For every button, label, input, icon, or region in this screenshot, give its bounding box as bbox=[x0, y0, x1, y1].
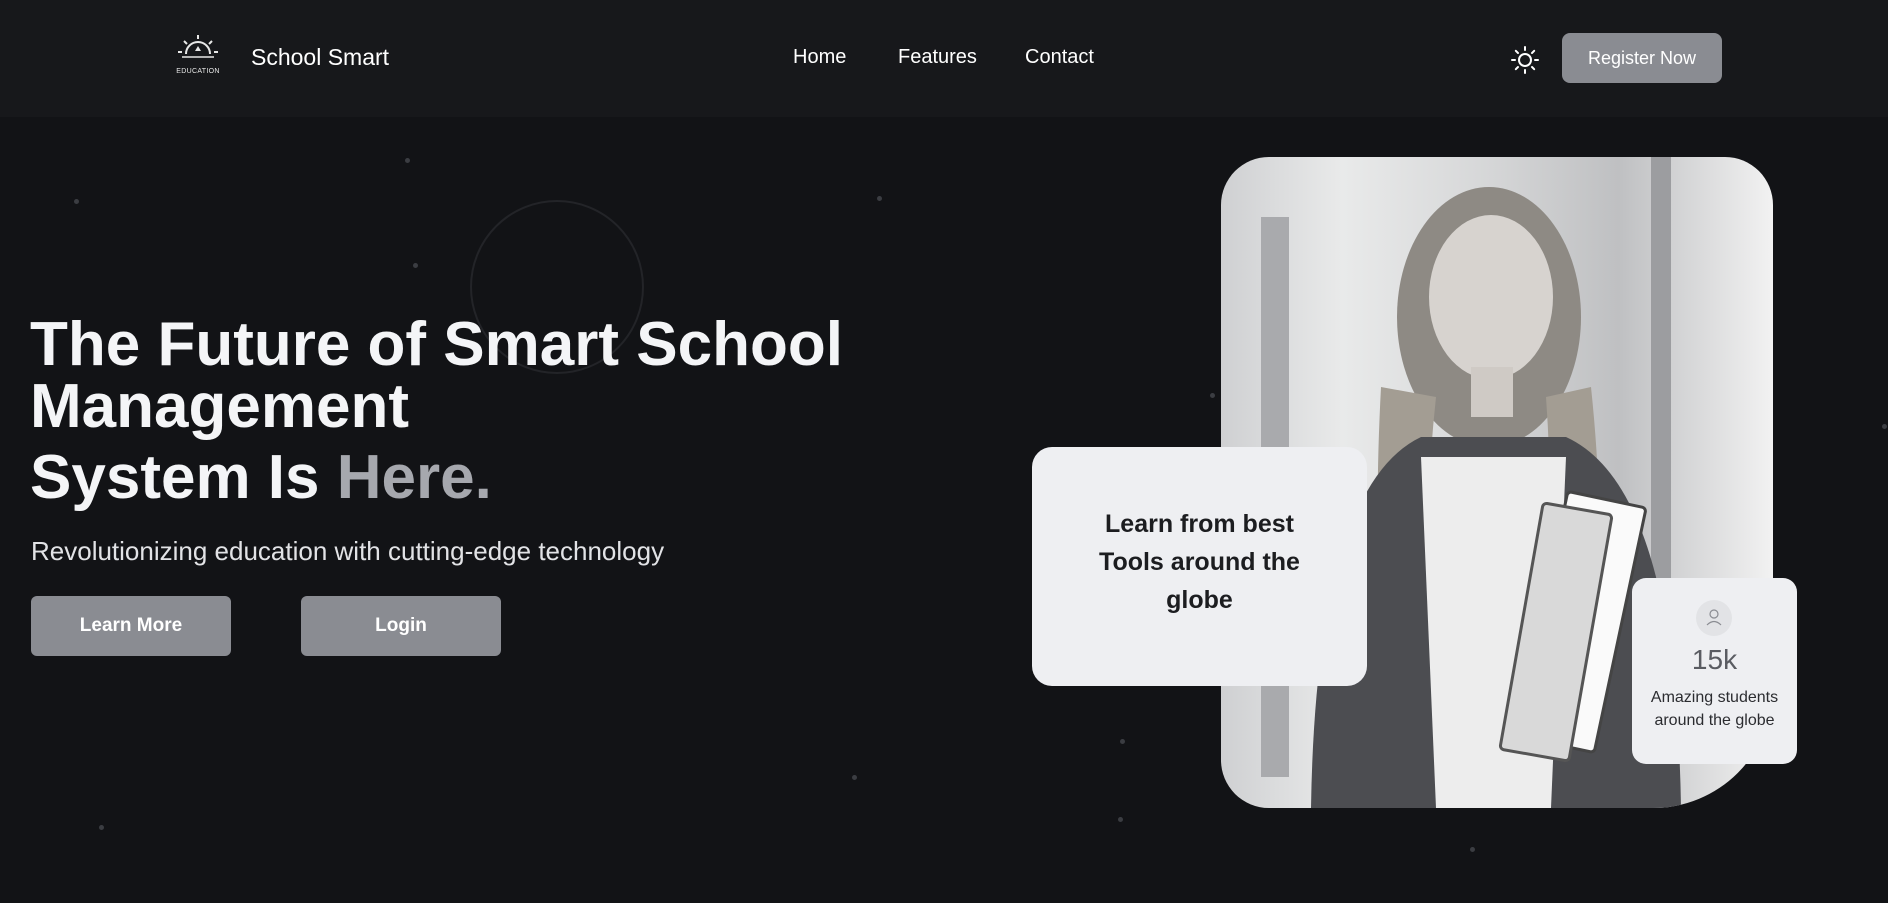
feature-card-text: Learn from best Tools around the globe bbox=[1099, 509, 1300, 614]
top-navbar: EDUCATION School Smart Home Features Con… bbox=[0, 0, 1888, 117]
decor-dot bbox=[1882, 424, 1887, 429]
decor-dot bbox=[1120, 739, 1125, 744]
user-icon bbox=[1696, 600, 1732, 636]
hero-title-line2: Management bbox=[30, 372, 409, 441]
decor-dot bbox=[405, 158, 410, 163]
decor-dot bbox=[74, 199, 79, 204]
decor-dot bbox=[1210, 393, 1215, 398]
decor-dot bbox=[1470, 847, 1475, 852]
nav-contact[interactable]: Contact bbox=[1025, 46, 1094, 69]
brand-name[interactable]: School Smart bbox=[251, 44, 389, 71]
student-stat-card: 15k Amazing students around the globe bbox=[1632, 578, 1797, 764]
decor-dot bbox=[877, 196, 882, 201]
register-now-button[interactable]: Register Now bbox=[1562, 33, 1722, 83]
theme-toggle[interactable] bbox=[1510, 45, 1540, 75]
hero-title: The Future of Smart School Management Sy… bbox=[30, 314, 930, 509]
login-button[interactable]: Login bbox=[301, 596, 501, 656]
student-count: 15k bbox=[1691, 644, 1738, 675]
feature-card: Learn from best Tools around the globe bbox=[1032, 447, 1367, 686]
nav-features[interactable]: Features bbox=[898, 46, 977, 69]
hero-title-line3: System Is Here. bbox=[30, 447, 930, 509]
decor-dot bbox=[1118, 817, 1123, 822]
nav-home[interactable]: Home bbox=[793, 46, 846, 69]
decor-dot bbox=[413, 263, 418, 268]
student-count-label: Amazing students around the globe bbox=[1650, 689, 1779, 729]
hero-title-line3-start: System Is bbox=[30, 443, 337, 512]
decor-dot bbox=[852, 775, 857, 780]
decor-dot bbox=[99, 825, 104, 830]
sunrise-logo-icon bbox=[178, 35, 218, 58]
hero-subtitle: Revolutionizing education with cutting-e… bbox=[31, 536, 665, 566]
logo-caption: EDUCATION bbox=[176, 68, 220, 75]
hero-title-accent: Here. bbox=[336, 443, 492, 512]
hero-title-line1: The Future of Smart School bbox=[30, 310, 843, 379]
sun-icon bbox=[1511, 46, 1539, 74]
learn-more-button[interactable]: Learn More bbox=[31, 596, 231, 656]
school-logo[interactable]: EDUCATION bbox=[172, 32, 224, 82]
